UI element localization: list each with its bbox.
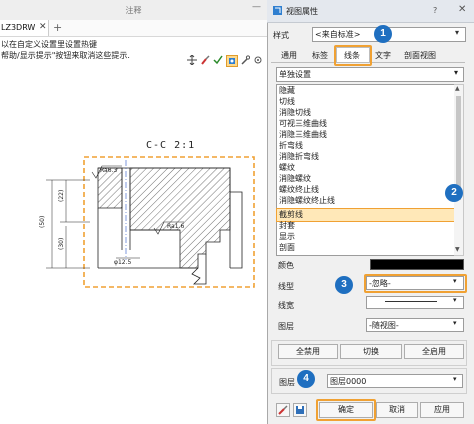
list-item-selected[interactable]: 截剪线	[279, 209, 303, 220]
tab-text[interactable]: 文字	[369, 49, 397, 63]
scroll-down-icon[interactable]: ▼	[455, 246, 460, 253]
enable-all-button[interactable]: 全启用	[404, 344, 464, 359]
tab-section-view[interactable]: 剖面视图	[399, 49, 441, 63]
check-icon[interactable]	[213, 55, 223, 65]
annotation-panel-header: 注释	[0, 0, 267, 21]
list-item[interactable]: 螺纹	[279, 162, 295, 173]
setting-mode-value: 单独设置	[279, 70, 311, 79]
list-item[interactable]: 消隐切线	[279, 107, 311, 118]
save-icon[interactable]	[293, 403, 307, 417]
part-hatch-right	[129, 167, 231, 269]
chevron-down-icon[interactable]: ▾	[453, 375, 457, 383]
tab-label[interactable]: 标签	[305, 49, 335, 63]
list-item[interactable]: 切线	[279, 96, 295, 107]
disable-all-button[interactable]: 全禁用	[278, 344, 338, 359]
dialog-app-icon	[273, 6, 282, 15]
minimize-icon[interactable]: —	[252, 2, 261, 12]
layer2-value: 图层0000	[330, 377, 367, 386]
list-item[interactable]: 消隐螺纹	[279, 173, 311, 184]
layer-label: 图层	[278, 322, 294, 331]
callout-2: 2	[445, 184, 463, 202]
help-icon[interactable]: ?	[433, 6, 437, 15]
add-tab-icon[interactable]: +	[53, 21, 62, 34]
list-item[interactable]: 显示	[279, 231, 295, 242]
color-picker[interactable]	[370, 259, 464, 270]
brush-icon[interactable]	[276, 403, 290, 417]
scroll-up-icon[interactable]: ▲	[455, 85, 460, 92]
list-item[interactable]: 封套	[279, 220, 295, 231]
list-item[interactable]: 隐藏	[279, 85, 295, 96]
callout-4: 4	[297, 370, 315, 388]
list-item[interactable]: 消隐螺纹终止线	[279, 195, 335, 206]
ok-highlight	[316, 399, 376, 421]
diameter-dim: φ12.5	[114, 259, 132, 266]
style-label: 样式	[273, 31, 289, 40]
style-value: <来自标准>	[315, 30, 361, 39]
list-item[interactable]: 折弯线	[279, 140, 303, 151]
document-tab-label: LZ3DRW	[1, 23, 36, 32]
chevron-down-icon[interactable]: ▾	[453, 296, 457, 304]
hint-text-2: 帮助/显示提示"按钮来取消这些提示.	[1, 51, 130, 60]
tab-highlight	[334, 45, 372, 66]
linewidth-dropdown[interactable]	[366, 296, 464, 309]
layer2-label: 图层	[279, 378, 295, 387]
panel-title: 注释	[125, 6, 142, 15]
list-item[interactable]: 螺纹终止线	[279, 184, 319, 195]
list-item[interactable]: 消隐三维曲线	[279, 129, 327, 140]
color-label: 颜色	[278, 261, 294, 270]
roughness-top: Ra6.3	[100, 167, 117, 174]
close-icon[interactable]: ✕	[458, 4, 466, 15]
section-drawing[interactable]: (50) (22) (30) Ra6.3 Ra1.6 φ12.5	[30, 150, 262, 295]
chevron-down-icon[interactable]: ▾	[453, 319, 457, 327]
part-hatch-left	[97, 167, 123, 209]
linewidth-label: 线宽	[278, 301, 294, 310]
callout-1: 1	[374, 25, 392, 43]
roughness-mid: Ra1.6	[167, 223, 184, 230]
list-item[interactable]: 剖面	[279, 242, 295, 253]
chevron-down-icon[interactable]: ▾	[455, 28, 459, 37]
dim-30: (30)	[58, 238, 65, 250]
linetype-highlight	[364, 274, 467, 293]
list-item[interactable]: 可视三维曲线	[279, 118, 327, 129]
brush-icon[interactable]	[200, 55, 210, 65]
linetype-label: 线型	[278, 282, 294, 291]
wrench-icon[interactable]	[240, 55, 250, 65]
apply-button[interactable]: 应用	[420, 402, 464, 418]
list-item[interactable]: 消隐折弯线	[279, 151, 319, 162]
chevron-down-icon[interactable]: ▾	[454, 68, 458, 77]
dialog-title: 视图属性	[286, 7, 318, 16]
settings-icon[interactable]	[253, 55, 263, 65]
hint-text-1: 以在自定义设置里设置热键	[1, 40, 97, 49]
cancel-button[interactable]: 取消	[376, 402, 418, 418]
dim-22: (22)	[58, 190, 65, 202]
callout-3: 3	[335, 276, 353, 294]
dim-50: (50)	[39, 216, 46, 228]
view-properties-icon[interactable]	[226, 55, 238, 67]
tab-general[interactable]: 通用	[274, 49, 304, 63]
move-icon[interactable]	[187, 55, 197, 65]
toggle-button[interactable]: 切换	[340, 344, 402, 359]
close-tab-icon[interactable]: ✕	[39, 22, 47, 32]
linewidth-sample	[385, 301, 437, 302]
layer-value: -随视图-	[369, 321, 399, 330]
